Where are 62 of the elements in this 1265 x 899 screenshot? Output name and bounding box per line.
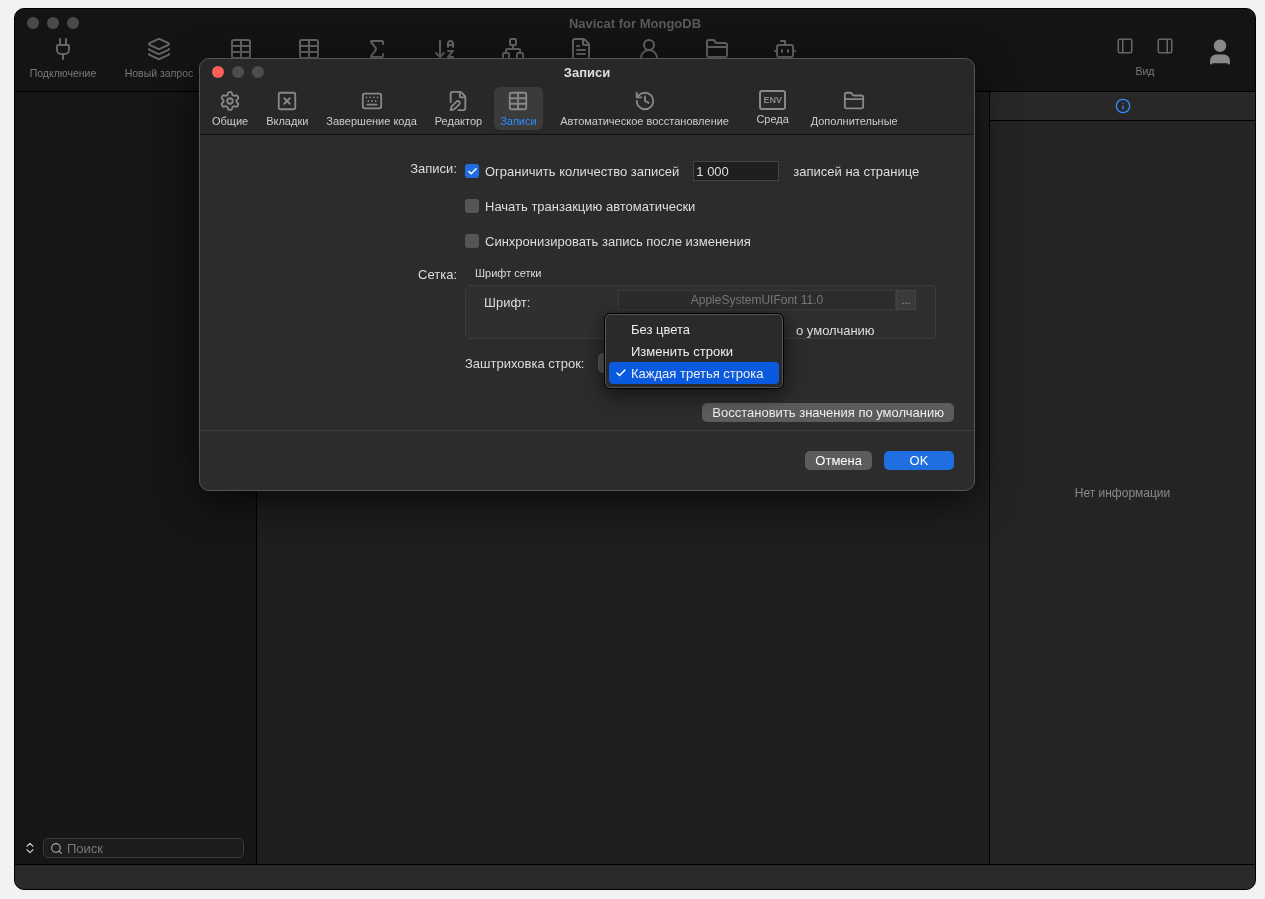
option-label: Синхронизировать запись после изменения xyxy=(485,233,751,249)
checkbox[interactable] xyxy=(465,234,479,248)
preferences-tab[interactable]: Дополнительные xyxy=(804,87,904,130)
menu-item[interactable]: Каждая третья строка xyxy=(609,362,779,384)
close-button[interactable] xyxy=(212,66,224,78)
user-icon[interactable] xyxy=(637,37,661,61)
option-suffix: записей на странице xyxy=(793,163,920,179)
menu-item[interactable]: Без цвета xyxy=(609,318,779,340)
preferences-tab[interactable]: ENV Среда xyxy=(746,87,799,130)
toolbar-label[interactable]: Подключение xyxy=(29,67,97,79)
check-icon xyxy=(615,367,627,379)
toolbar-label[interactable]: Новый запрос xyxy=(124,67,194,79)
group-title: Шрифт сетки xyxy=(474,267,543,281)
checkbox[interactable] xyxy=(465,199,479,213)
env-icon: ENV xyxy=(759,90,786,110)
empty-message: Нет информации xyxy=(1074,485,1171,500)
network-icon[interactable] xyxy=(501,37,525,61)
search-field[interactable]: Поиск xyxy=(67,840,237,856)
search-icon xyxy=(50,841,63,855)
info-icon[interactable] xyxy=(1114,98,1131,114)
preferences-tab[interactable]: Общие xyxy=(206,87,255,130)
left-panel-icon[interactable] xyxy=(1116,37,1134,55)
table-icon xyxy=(507,90,530,112)
dialog-title: Записи xyxy=(563,64,611,80)
menu-item[interactable]: Изменить строки xyxy=(609,340,779,362)
shading-label: Заштриховка строк: xyxy=(465,355,585,371)
close-button[interactable] xyxy=(27,17,39,29)
restore-defaults-button[interactable]: Восстановить значения по умолчанию xyxy=(702,403,954,422)
right-panel-icon[interactable] xyxy=(1156,37,1174,55)
table-icon[interactable] xyxy=(229,37,253,61)
folder-icon xyxy=(843,90,866,112)
history-icon xyxy=(633,90,656,112)
option-label: о умолчанию xyxy=(796,323,875,338)
folder-icon[interactable] xyxy=(705,37,729,61)
settings-icon xyxy=(219,90,242,112)
font-picker-button[interactable]: ... xyxy=(896,290,916,310)
search-box[interactable]: Поиск xyxy=(43,838,244,858)
close-tab-icon xyxy=(276,90,299,112)
document-icon[interactable] xyxy=(569,37,593,61)
ok-button[interactable]: OK xyxy=(884,451,954,470)
grid-label: Сетка: xyxy=(418,266,457,284)
preferences-tab[interactable]: Редактор xyxy=(428,87,489,130)
minimize-button[interactable] xyxy=(232,66,244,78)
window-title: Navicat for MongoDB xyxy=(568,15,702,31)
checkbox[interactable] xyxy=(465,164,479,178)
layers-icon[interactable] xyxy=(147,37,171,61)
option-label: Начать транзакцию автоматически xyxy=(485,198,696,214)
keyboard-icon xyxy=(360,90,383,112)
option-label: Ограничить количество записей xyxy=(485,163,680,179)
robot-icon[interactable] xyxy=(773,37,797,61)
table-icon[interactable] xyxy=(297,37,321,61)
font-label: Шрифт: xyxy=(484,295,531,310)
preferences-tab[interactable]: Автоматическое восстановление xyxy=(548,87,741,130)
zoom-button[interactable] xyxy=(67,17,79,29)
preferences-tab[interactable]: Завершение кода xyxy=(320,87,423,130)
preferences-tab[interactable]: Вкладки xyxy=(260,87,315,130)
zoom-button[interactable] xyxy=(252,66,264,78)
view-label: Вид xyxy=(1135,65,1155,77)
minimize-button[interactable] xyxy=(47,17,59,29)
records-limit-field[interactable]: 1 000 xyxy=(693,161,780,181)
records-label: Записи: xyxy=(410,160,457,178)
cancel-button[interactable]: Отмена xyxy=(805,451,872,470)
